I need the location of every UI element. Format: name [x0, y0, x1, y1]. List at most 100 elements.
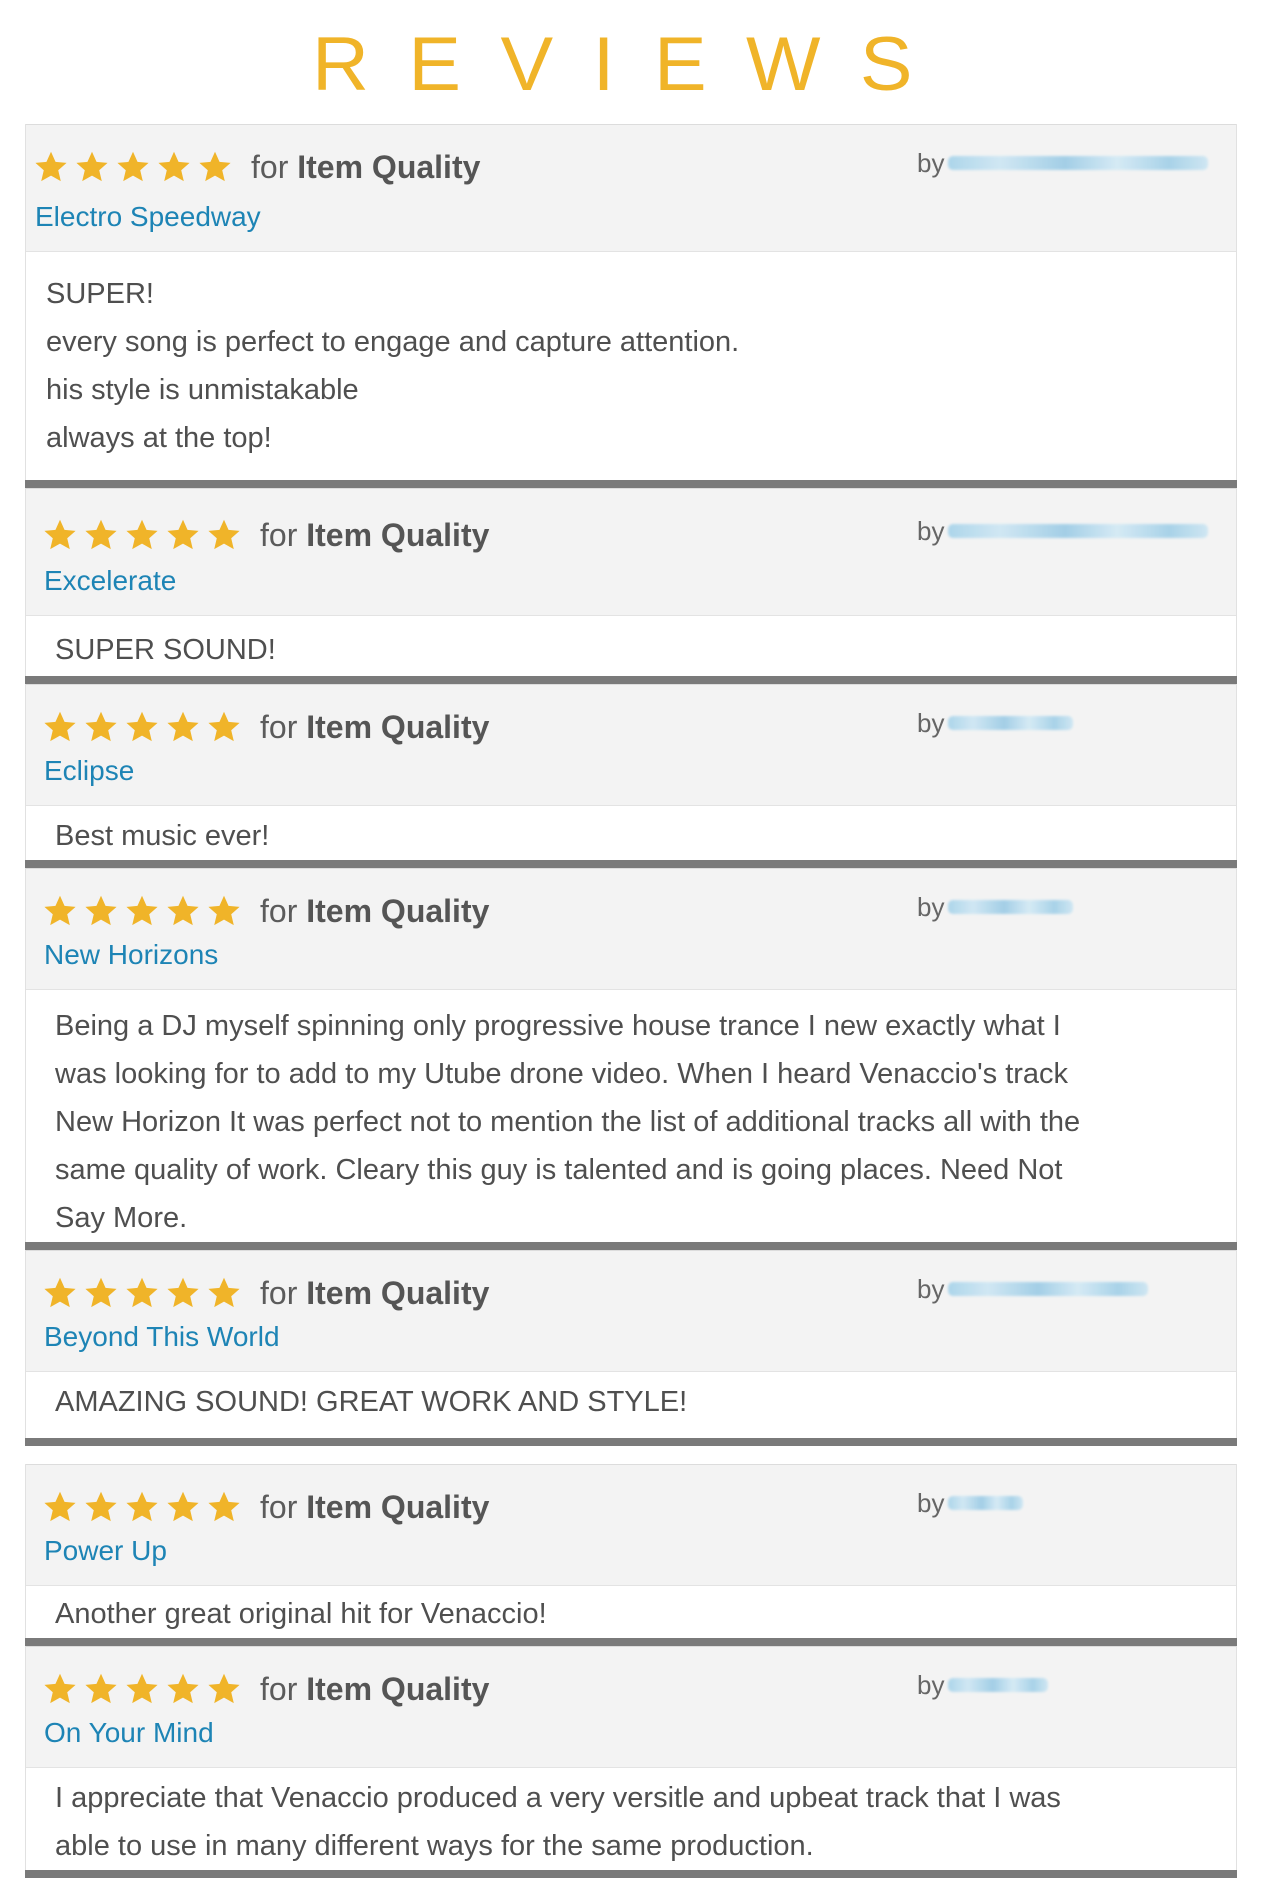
- review-text: SUPER! every song is perfect to engage an…: [26, 252, 1236, 480]
- review-text-line: every song is perfect to engage and capt…: [46, 326, 740, 358]
- track-link[interactable]: Electro Speedway: [35, 201, 261, 233]
- review-text: SUPER SOUND!: [26, 616, 1236, 676]
- rating-category-text: for Item Quality: [251, 149, 480, 186]
- reviews-heading-text: REVIEWS: [312, 22, 952, 102]
- rating-for-prefix: for: [251, 148, 289, 185]
- rating-category: Item Quality: [306, 892, 490, 929]
- review-header: for Item Quality by On Your Mind: [26, 1646, 1236, 1768]
- review-divider: [25, 1438, 1237, 1446]
- review-text-line: Best music ever!: [55, 820, 270, 852]
- rating-category-text: for Item Quality: [260, 517, 489, 554]
- review-text: I appreciate that Venaccio produced a ve…: [26, 1768, 1236, 1870]
- review-header: for Item Quality by New Horizons: [26, 868, 1236, 990]
- reviewer-name-redacted[interactable]: [948, 1282, 1149, 1296]
- rating-category-text: for Item Quality: [260, 709, 489, 746]
- star-icon: [44, 519, 76, 550]
- rating-category: Item Quality: [306, 1670, 490, 1707]
- reviewer-name-redacted[interactable]: [948, 524, 1209, 538]
- star-icon: [208, 1277, 240, 1308]
- review-text-line: Being a DJ myself spinning only progress…: [55, 1010, 1061, 1042]
- rating-for-prefix: for: [260, 892, 298, 929]
- reviewer-name-redacted[interactable]: [948, 1496, 1024, 1510]
- rating-category: Item Quality: [306, 708, 490, 745]
- reviewer-name-redacted[interactable]: [948, 716, 1074, 730]
- star-rating: [43, 1672, 248, 1706]
- rating-line: for Item Quality: [43, 1271, 489, 1315]
- rating-line: for Item Quality: [43, 513, 489, 557]
- review-text-line: AMAZING SOUND! GREAT WORK AND STYLE!: [55, 1386, 688, 1418]
- star-icon: [44, 1491, 76, 1522]
- star-icon: [167, 711, 199, 742]
- review-text-line: SUPER SOUND!: [55, 634, 276, 666]
- track-link[interactable]: Eclipse: [44, 755, 134, 787]
- review-text-line: SUPER!: [46, 278, 154, 310]
- review-card: for Item Quality by Electro Speedway SUPER!…: [25, 124, 1237, 488]
- review-text: Another great original hit for Venaccio!: [26, 1586, 1236, 1638]
- star-icon: [85, 895, 117, 926]
- review-text-line: was looking for to add to my Utube drone…: [55, 1058, 1069, 1090]
- reviewer-name-redacted[interactable]: [948, 900, 1074, 914]
- review-card: for Item Quality by Excelerate SUPER SOUND!: [25, 488, 1237, 684]
- rating-for-prefix: for: [260, 1274, 298, 1311]
- review-card: for Item Quality by Beyond This World AMAZI…: [25, 1250, 1237, 1446]
- star-icon: [126, 1277, 158, 1308]
- star-icon: [44, 1673, 76, 1704]
- by-label: by: [917, 1273, 945, 1304]
- star-icon: [167, 895, 199, 926]
- review-text-line: able to use in many different ways for t…: [55, 1830, 814, 1862]
- star-rating: [43, 1490, 248, 1524]
- rating-category: Item Quality: [306, 516, 490, 553]
- by-label: by: [917, 147, 945, 178]
- star-icon: [85, 1277, 117, 1308]
- reviewer-byline: by: [917, 889, 1074, 925]
- star-icon: [44, 711, 76, 742]
- by-label: by: [917, 1487, 945, 1518]
- reviews-list: for Item Quality by Electro Speedway SUPER!…: [25, 124, 1237, 1878]
- rating-category-text: for Item Quality: [260, 1275, 489, 1312]
- rating-for-prefix: for: [260, 708, 298, 745]
- review-text-line: Say More.: [55, 1202, 188, 1234]
- track-link[interactable]: New Horizons: [44, 939, 218, 971]
- star-icon: [208, 711, 240, 742]
- review-card: for Item Quality by Power Up Another great …: [25, 1464, 1237, 1646]
- by-label: by: [917, 1669, 945, 1700]
- rating-line: for Item Quality: [43, 705, 489, 749]
- review-divider: [25, 860, 1237, 868]
- track-link[interactable]: Excelerate: [44, 565, 176, 597]
- review-card: for Item Quality by On Your Mind I apprecia…: [25, 1646, 1237, 1878]
- rating-category-text: for Item Quality: [260, 1489, 489, 1526]
- by-label: by: [917, 707, 945, 738]
- review-divider: [25, 1638, 1237, 1646]
- star-icon: [167, 1673, 199, 1704]
- rating-for-prefix: for: [260, 1670, 298, 1707]
- star-rating: [34, 150, 239, 184]
- reviewer-byline: by: [917, 705, 1074, 741]
- rating-category: Item Quality: [306, 1274, 490, 1311]
- review-divider: [25, 676, 1237, 684]
- star-icon: [76, 151, 108, 182]
- star-rating: [43, 894, 248, 928]
- star-icon: [117, 151, 149, 182]
- star-icon: [126, 1491, 158, 1522]
- review-text-line: I appreciate that Venaccio produced a ve…: [55, 1782, 1061, 1814]
- star-rating: [43, 518, 248, 552]
- star-icon: [167, 1277, 199, 1308]
- track-link[interactable]: On Your Mind: [44, 1717, 214, 1749]
- track-link[interactable]: Power Up: [44, 1535, 167, 1567]
- star-rating: [43, 1276, 248, 1310]
- reviewer-name-redacted[interactable]: [948, 1678, 1049, 1692]
- reviews-heading-logo: REVIEWS: [312, 22, 952, 102]
- by-label: by: [917, 515, 945, 546]
- star-icon: [167, 1491, 199, 1522]
- star-icon: [85, 711, 117, 742]
- review-text: Best music ever!: [26, 806, 1236, 860]
- review-header: for Item Quality by Excelerate: [26, 488, 1236, 616]
- star-icon: [126, 1673, 158, 1704]
- rating-line: for Item Quality: [34, 145, 480, 189]
- rating-category-text: for Item Quality: [260, 1671, 489, 1708]
- rating-line: for Item Quality: [43, 1667, 489, 1711]
- reviewer-name-redacted[interactable]: [948, 156, 1209, 170]
- star-icon: [85, 1673, 117, 1704]
- track-link[interactable]: Beyond This World: [44, 1321, 280, 1353]
- reviewer-byline: by: [917, 1271, 1149, 1307]
